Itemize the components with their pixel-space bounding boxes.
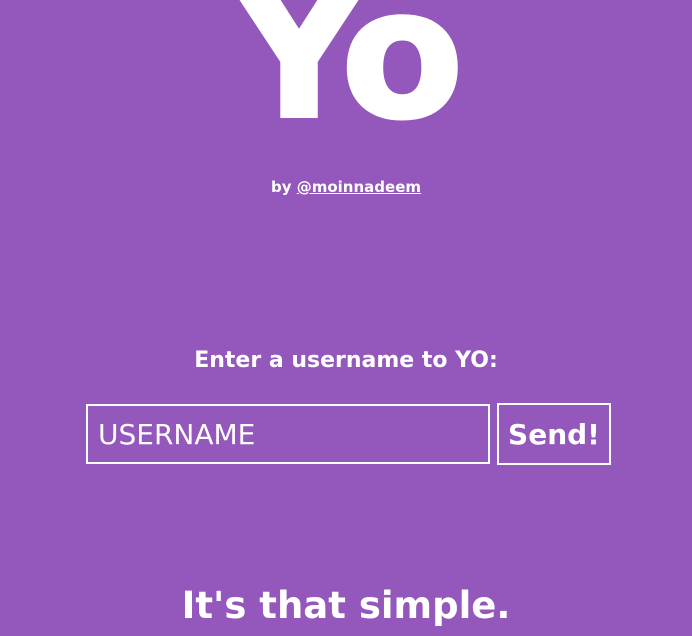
author-link[interactable]: @moinnadeem: [297, 178, 421, 196]
byline-prefix: by: [270, 178, 297, 196]
tagline: It's that simple.: [181, 584, 511, 627]
username-input[interactable]: [86, 404, 490, 464]
yo-logo: Yo: [233, 0, 466, 158]
byline: by @moinnadeem: [0, 178, 692, 196]
username-prompt: Enter a username to YO:: [194, 348, 498, 373]
send-button[interactable]: Send!: [497, 403, 611, 465]
